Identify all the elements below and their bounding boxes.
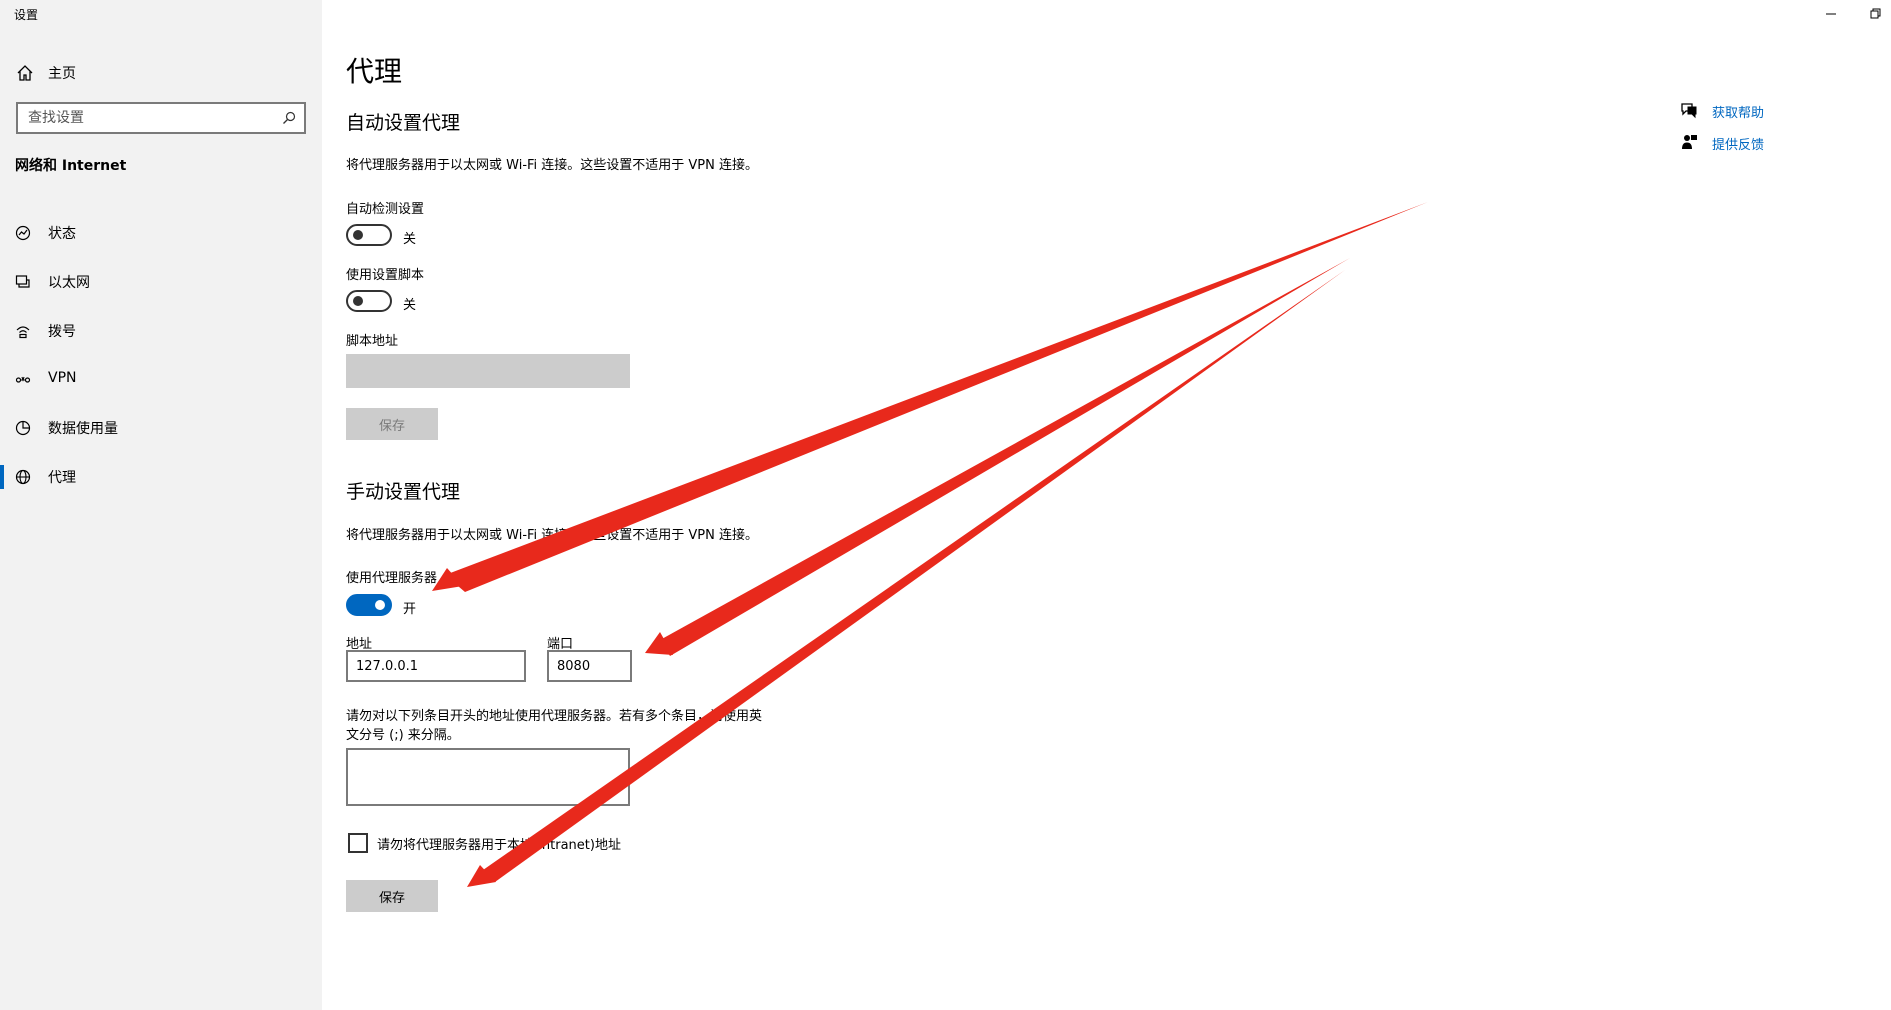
page-title: 代理 [346, 55, 403, 88]
script-address-label: 脚本地址 [346, 334, 399, 349]
sidebar-item-proxy[interactable]: 代理 [0, 457, 322, 497]
auto-proxy-description: 将代理服务器用于以太网或 Wi-Fi 连接。这些设置不适用于 VPN 连接。 [346, 158, 759, 173]
sidebar-item-ethernet[interactable]: 以太网 [0, 262, 322, 302]
setup-script-toggle[interactable] [346, 290, 392, 312]
search-icon[interactable] [282, 111, 296, 125]
window-title: 设置 [14, 8, 39, 22]
status-icon [15, 225, 31, 241]
nav-home-label: 主页 [48, 66, 76, 82]
use-proxy-label: 使用代理服务器 [346, 571, 438, 586]
exceptions-description-line1: 请勿对以下列条目开头的地址使用代理服务器。若有多个条目，请使用英 [346, 709, 763, 724]
search-box[interactable] [16, 102, 306, 134]
toggle-knob [353, 230, 363, 240]
help-chat-icon [1681, 103, 1697, 119]
annotation-arrow [645, 258, 1350, 656]
restore-icon[interactable] [1866, 4, 1884, 22]
toggle-knob [375, 600, 385, 610]
sidebar-item-vpn[interactable]: VPN [0, 360, 322, 400]
local-bypass-label[interactable]: 请勿将代理服务器用于本地(Intranet)地址 [377, 834, 621, 853]
sidebar-item-label: 代理 [48, 470, 76, 486]
nav-home[interactable]: 主页 [0, 56, 322, 88]
setup-script-state: 关 [403, 298, 417, 313]
sidebar-item-label: 状态 [48, 226, 76, 242]
sidebar-item-label: 数据使用量 [48, 421, 118, 437]
sidebar-item-label: 以太网 [48, 275, 90, 291]
toggle-knob [353, 296, 363, 306]
sidebar-item-status[interactable]: 状态 [0, 213, 322, 253]
sidebar-item-dialup[interactable]: 拨号 [0, 311, 322, 351]
auto-detect-toggle[interactable] [346, 224, 392, 246]
give-feedback-link[interactable]: 提供反馈 [1712, 134, 1764, 153]
use-proxy-state: 开 [403, 602, 417, 617]
port-input[interactable] [547, 650, 632, 682]
ethernet-icon [15, 275, 30, 288]
feedback-icon [1682, 135, 1697, 149]
auto-detect-label: 自动检测设置 [346, 202, 425, 217]
address-input[interactable] [346, 650, 526, 682]
auto-save-button: 保存 [346, 408, 438, 440]
local-bypass-checkbox[interactable] [348, 833, 368, 853]
home-icon [17, 65, 33, 81]
section-label: 网络和 Internet [15, 158, 127, 174]
sidebar-item-data-usage[interactable]: 数据使用量 [0, 408, 322, 448]
manual-proxy-heading: 手动设置代理 [346, 481, 461, 503]
auto-detect-state: 关 [403, 232, 417, 247]
sidebar-item-label: VPN [48, 370, 77, 386]
auto-proxy-heading: 自动设置代理 [346, 112, 461, 134]
sidebar-item-label: 拨号 [48, 324, 76, 340]
script-address-input [346, 354, 630, 388]
setup-script-label: 使用设置脚本 [346, 268, 425, 283]
use-proxy-toggle[interactable] [346, 594, 392, 616]
minimize-icon[interactable] [1822, 4, 1840, 22]
vpn-icon [15, 376, 31, 383]
manual-proxy-description: 将代理服务器用于以太网或 Wi-Fi 连接。这些设置不适用于 VPN 连接。 [346, 528, 759, 543]
active-indicator [0, 465, 4, 489]
manual-save-button[interactable]: 保存 [346, 880, 438, 912]
exceptions-textarea[interactable] [346, 748, 630, 806]
data-usage-icon [15, 420, 31, 436]
globe-icon [15, 469, 31, 485]
exceptions-description-line2: 文分号 (;) 来分隔。 [346, 728, 460, 743]
get-help-link[interactable]: 获取帮助 [1712, 102, 1764, 121]
dialup-icon [16, 326, 30, 339]
sidebar: 设置 主页 网络和 Internet 状态 以太网 [0, 0, 322, 1010]
search-input[interactable] [18, 104, 268, 132]
